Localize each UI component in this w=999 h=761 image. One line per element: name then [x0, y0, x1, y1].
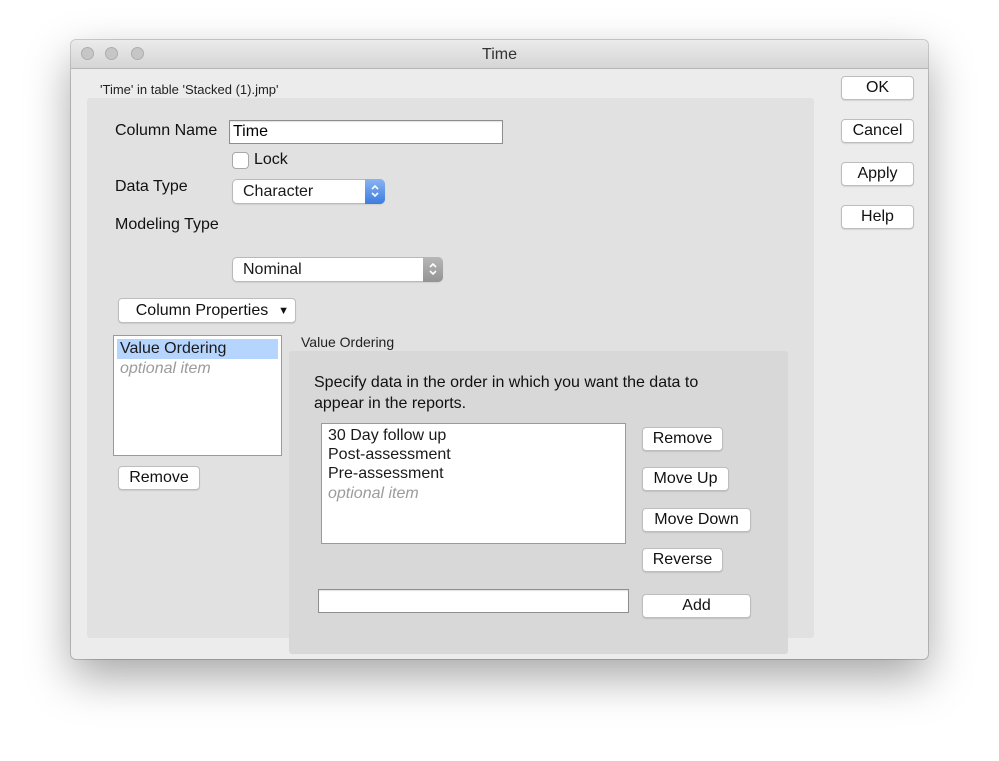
- ok-button[interactable]: OK: [841, 76, 914, 100]
- cancel-button[interactable]: Cancel: [841, 119, 914, 143]
- lock-label: Lock: [254, 151, 288, 168]
- dropdown-triangle-icon: ▼: [278, 305, 289, 317]
- lock-checkbox[interactable]: [232, 152, 249, 169]
- modeling-type-select[interactable]: Nominal: [232, 257, 443, 282]
- value-ordering-description: Specify data in the order in which you w…: [314, 374, 699, 412]
- value-ordering-panel: Specify data in the order in which you w…: [289, 351, 788, 654]
- remove-value-button[interactable]: Remove: [642, 427, 723, 451]
- list-item[interactable]: Value Ordering: [117, 339, 278, 359]
- window-title: Time: [482, 46, 517, 63]
- data-type-select[interactable]: Character: [232, 179, 385, 204]
- move-down-button[interactable]: Move Down: [642, 508, 751, 532]
- list-item[interactable]: 30 Day follow up: [325, 426, 622, 446]
- column-name-field[interactable]: Time: [229, 120, 503, 144]
- help-button[interactable]: Help: [841, 205, 914, 229]
- move-up-button[interactable]: Move Up: [642, 467, 729, 491]
- title-bar[interactable]: Time: [71, 40, 928, 69]
- column-properties-label: Column Properties: [135, 302, 269, 319]
- apply-button[interactable]: Apply: [841, 162, 914, 186]
- optional-item-placeholder[interactable]: optional item: [117, 359, 278, 379]
- reverse-button[interactable]: Reverse: [642, 548, 723, 572]
- properties-list[interactable]: Value Ordering optional item: [113, 335, 282, 456]
- list-item[interactable]: Pre-assessment: [325, 464, 622, 484]
- data-type-value: Character: [243, 183, 314, 200]
- column-settings-panel: Column Name Time Lock Data Type Characte…: [87, 98, 814, 654]
- optional-item-placeholder[interactable]: optional item: [325, 484, 622, 504]
- table-context-label: 'Time' in table 'Stacked (1).jmp': [100, 82, 279, 97]
- updown-arrows-icon: [365, 179, 385, 204]
- column-info-dialog: Time 'Time' in table 'Stacked (1).jmp' C…: [71, 40, 928, 659]
- add-value-button[interactable]: Add: [642, 594, 751, 618]
- column-name-label: Column Name: [115, 122, 218, 139]
- value-ordering-section-title: Value Ordering: [301, 334, 395, 350]
- list-item[interactable]: Post-assessment: [325, 445, 622, 465]
- modeling-type-label: Modeling Type: [115, 216, 219, 233]
- value-order-list[interactable]: 30 Day follow up Post-assessment Pre-ass…: [321, 423, 626, 544]
- updown-arrows-icon: [423, 257, 443, 282]
- add-value-field[interactable]: [318, 589, 629, 613]
- column-properties-button[interactable]: Column Properties ▼: [118, 298, 296, 323]
- remove-property-button[interactable]: Remove: [118, 466, 200, 490]
- modeling-type-value: Nominal: [243, 261, 302, 278]
- data-type-label: Data Type: [115, 178, 188, 195]
